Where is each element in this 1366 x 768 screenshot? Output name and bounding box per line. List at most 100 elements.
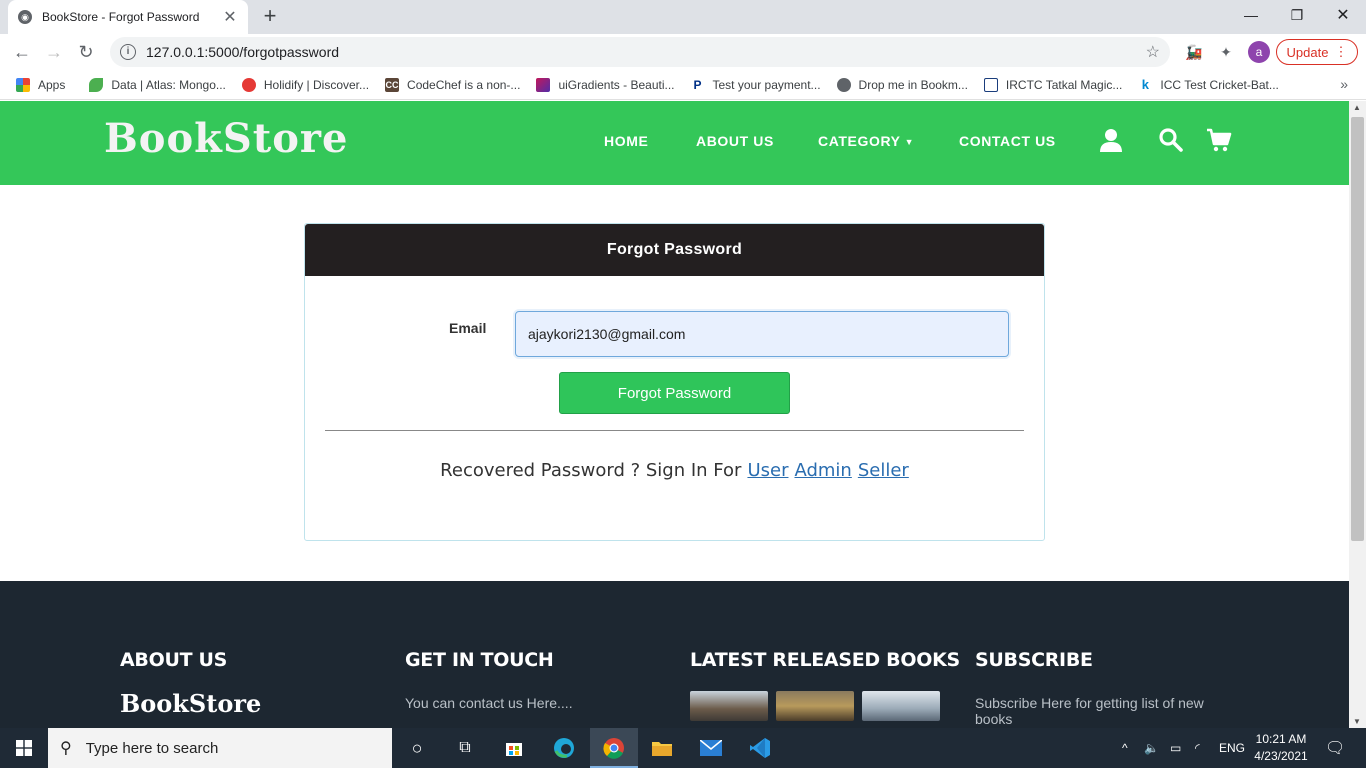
bookmark-label: Drop me in Bookm... [858, 77, 968, 92]
signin-admin-link[interactable]: Admin [794, 460, 851, 481]
leaf-icon [89, 77, 104, 92]
extension-icon[interactable]: 🚂 [1184, 42, 1204, 62]
email-input[interactable] [515, 311, 1009, 357]
profile-avatar[interactable]: a [1248, 41, 1270, 63]
bookmark-item[interactable]: k ICC Test Cricket-Bat... [1138, 77, 1279, 92]
nav-category-label: CATEGORY [818, 133, 901, 149]
bookmark-label: Holidify | Discover... [263, 77, 370, 92]
clock-time: 10:21 AM [1255, 732, 1307, 746]
bookmark-label: uiGradients - Beauti... [558, 77, 675, 92]
footer-about-heading: ABOUT US [120, 649, 228, 671]
show-hidden-icons[interactable]: ^ [1122, 728, 1128, 768]
close-window-button[interactable]: ✕ [1320, 0, 1366, 30]
footer-subscribe: SUBSCRIBE Subscribe Here for getting lis… [975, 649, 1225, 728]
volume-icon[interactable]: 🔈 [1144, 728, 1159, 768]
page-scrollbar[interactable]: ▲ ▼ [1349, 101, 1366, 728]
file-explorer-icon[interactable] [647, 734, 677, 762]
divider [325, 430, 1024, 431]
back-button[interactable]: ← [10, 40, 34, 64]
site-header: BookStore HOME ABOUT US CATEGORY ▼ CONTAC… [0, 101, 1349, 185]
forgot-password-button[interactable]: Forgot Password [559, 372, 790, 414]
mail-icon[interactable] [696, 734, 726, 762]
email-label: Email [449, 320, 487, 336]
bookmark-item[interactable]: CC CodeChef is a non-... [385, 77, 521, 92]
bookmark-apps[interactable]: Apps [16, 77, 65, 92]
browser-tab[interactable]: ◉ BookStore - Forgot Password ✕ [8, 0, 248, 34]
footer-latest: LATEST RELEASED BOOKS [690, 649, 960, 721]
forgot-password-card: Forgot Password Email Forgot Password Re… [304, 223, 1045, 541]
bookmark-item[interactable]: P Test your payment... [690, 77, 821, 92]
page-viewport: BookStore HOME ABOUT US CATEGORY ▼ CONTAC… [0, 101, 1349, 728]
scroll-up-icon[interactable]: ▲ [1353, 103, 1361, 112]
forward-button[interactable]: → [42, 40, 66, 64]
scrollbar-thumb[interactable] [1351, 117, 1364, 541]
scroll-down-icon[interactable]: ▼ [1353, 717, 1361, 726]
new-tab-button[interactable]: + [258, 4, 282, 28]
search-icon[interactable] [1158, 127, 1184, 153]
site-logo[interactable]: BookStore [104, 115, 348, 162]
start-button[interactable] [0, 728, 48, 768]
language-indicator[interactable]: ENG [1219, 728, 1245, 768]
user-icon[interactable] [1098, 127, 1124, 153]
nav-home[interactable]: HOME [604, 133, 648, 149]
cart-icon[interactable] [1206, 127, 1232, 153]
caret-down-icon: ▼ [904, 137, 915, 148]
update-button[interactable]: Update ⋮ [1276, 39, 1358, 65]
footer-contact: GET IN TOUCH You can contact us Here.... [405, 649, 573, 711]
taskbar-search-box[interactable]: ⚲ Type here to search [48, 728, 392, 768]
footer-subscribe-heading: SUBSCRIBE [975, 649, 1093, 671]
bookmark-item[interactable]: uiGradients - Beauti... [536, 77, 675, 92]
card-heading: Forgot Password [305, 224, 1044, 276]
tab-title: BookStore - Forgot Password [42, 10, 200, 24]
search-icon: ⚲ [60, 740, 72, 757]
task-view-icon[interactable]: ⧉ [450, 734, 480, 762]
taskbar-clock[interactable]: 10:21 AM 4/23/2021 [1246, 731, 1316, 765]
bookmark-star-icon[interactable]: ☆ [1146, 42, 1160, 62]
cortana-icon[interactable]: ○ [402, 734, 432, 762]
site-footer: ABOUT US BookStore GET IN TOUCH You can … [0, 581, 1349, 728]
footer-contact-text: You can contact us Here.... [405, 695, 573, 711]
nav-contact[interactable]: CONTACT US [959, 133, 1056, 149]
signin-user-link[interactable]: User [747, 460, 788, 481]
vscode-icon[interactable] [745, 734, 775, 762]
footer-subscribe-text: Subscribe Here for getting list of new b… [975, 695, 1204, 727]
restore-button[interactable]: ❐ [1274, 0, 1320, 30]
bookmark-item[interactable]: Holidify | Discover... [241, 77, 370, 92]
signin-seller-link[interactable]: Seller [858, 460, 909, 481]
book-thumbnail[interactable] [690, 691, 768, 721]
more-menu-icon: ⋮ [1334, 44, 1348, 59]
store-icon[interactable] [499, 734, 529, 762]
bookmark-label: Data | Atlas: Mongo... [111, 77, 226, 92]
gradient-icon [536, 77, 551, 92]
clock-date: 4/23/2021 [1254, 749, 1308, 763]
edge-icon[interactable] [549, 734, 579, 762]
battery-icon[interactable]: ▭ [1170, 728, 1181, 768]
bookmark-item[interactable]: Drop me in Bookm... [836, 77, 968, 92]
browser-tab-strip: ◉ BookStore - Forgot Password ✕ + — ❐ ✕ [0, 0, 1366, 34]
bookmark-label: CodeChef is a non-... [407, 77, 521, 92]
more-bookmarks-icon[interactable]: » [1340, 76, 1348, 92]
close-tab-icon[interactable]: ✕ [222, 7, 238, 27]
book-thumbnail[interactable] [776, 691, 854, 721]
address-bar[interactable]: i 127.0.0.1:5000/forgotpassword ☆ [110, 37, 1170, 67]
chrome-icon[interactable] [599, 734, 629, 762]
bookmark-item[interactable]: Data | Atlas: Mongo... [89, 77, 226, 92]
reload-button[interactable]: ↻ [74, 40, 98, 64]
minimize-button[interactable]: — [1228, 0, 1274, 30]
bookmark-label: Test your payment... [712, 77, 821, 92]
bookmark-label: ICC Test Cricket-Bat... [1160, 77, 1279, 92]
book-thumbnail[interactable] [862, 691, 940, 721]
holidify-icon [241, 77, 256, 92]
bookmark-item[interactable]: IRCTC Tatkal Magic... [983, 77, 1123, 92]
site-info-icon[interactable]: i [120, 44, 136, 60]
bookmarks-bar: Apps Data | Atlas: Mongo... Holidify | D… [0, 70, 1366, 100]
nav-about[interactable]: ABOUT US [696, 133, 774, 149]
nav-category[interactable]: CATEGORY ▼ [818, 133, 914, 149]
apps-grid-icon [16, 77, 30, 92]
codechef-icon: CC [385, 77, 400, 92]
extensions-puzzle-icon[interactable]: ✦ [1216, 42, 1236, 62]
notifications-icon[interactable]: 🗨 [1325, 728, 1345, 768]
windows-taskbar: ⚲ Type here to search ○ ⧉ ^ 🔈 ▭ ◜ ENG 10… [0, 728, 1366, 768]
bookmark-label: IRCTC Tatkal Magic... [1005, 77, 1123, 92]
wifi-icon[interactable]: ◜ [1195, 728, 1200, 768]
